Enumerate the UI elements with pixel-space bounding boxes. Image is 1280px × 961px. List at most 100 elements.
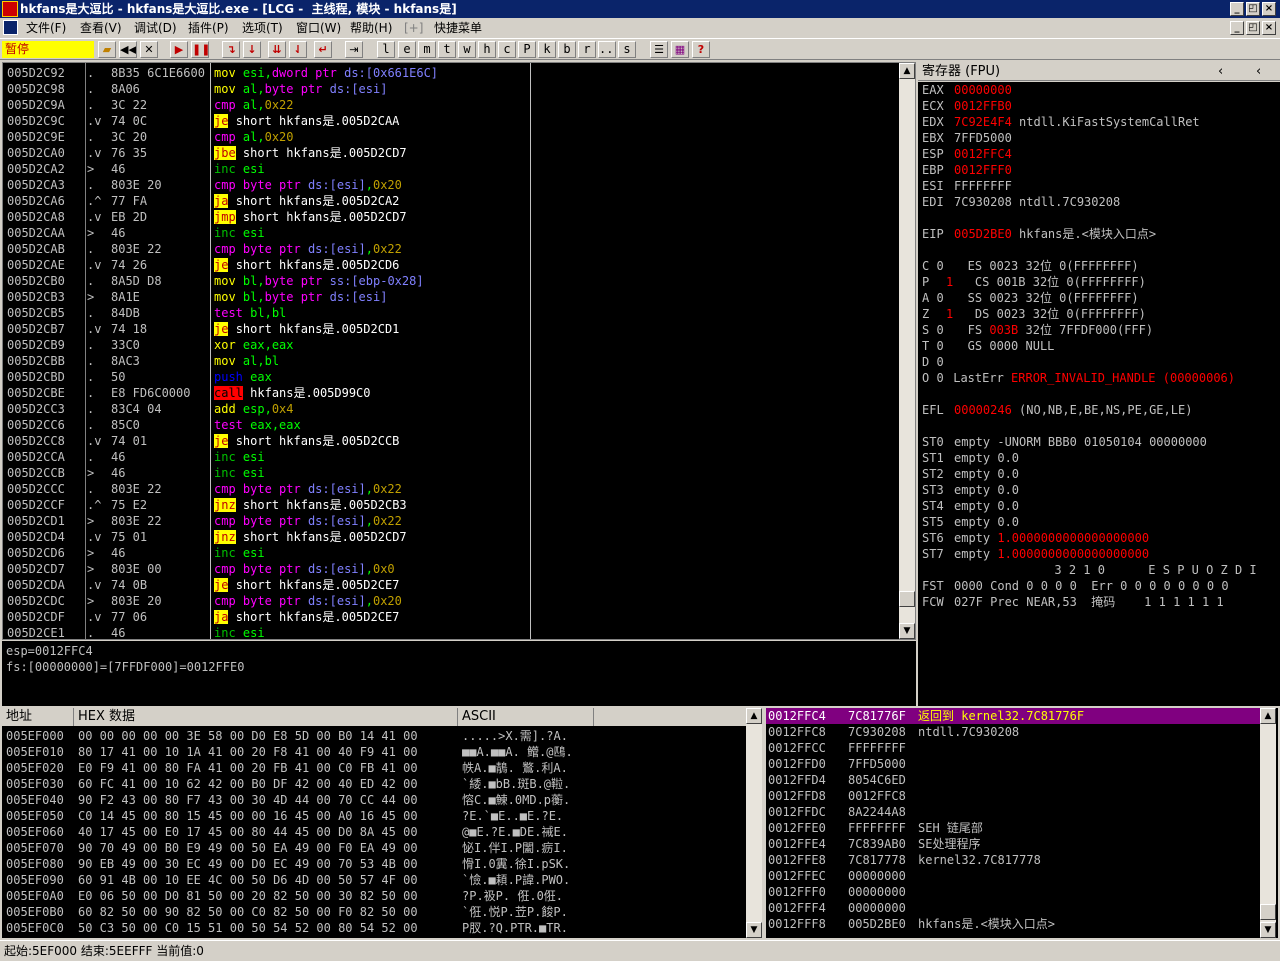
cpu-row-disassembly[interactable]: ja short hkfans是.005D2CA2 xyxy=(214,193,532,209)
cpu-row-address[interactable]: 005D2CB3 xyxy=(7,289,87,305)
dump-row[interactable]: 005EF090 60 91 4B 00 10 EE 4C 00 50 D6 4D… xyxy=(6,872,746,888)
register-row[interactable]: ST5 empty 0.0 xyxy=(922,514,1019,530)
cpu-row-disassembly[interactable]: mov al,bl xyxy=(214,353,532,369)
dump-row[interactable]: 005EF070 90 70 49 00 B0 E9 49 00 50 EA 49… xyxy=(6,840,746,856)
close-process-icon[interactable]: ✕ xyxy=(140,41,158,58)
cpu-row-address[interactable]: 005D2CE1 xyxy=(7,625,87,639)
dump-row[interactable]: 005EF0B0 60 82 50 00 90 82 50 00 C0 82 50… xyxy=(6,904,746,920)
menu-file[interactable]: 文件(F) xyxy=(26,20,66,36)
stack-row[interactable]: 0012FFCC FFFFFFFF xyxy=(766,740,1260,756)
cpu-row-hex[interactable]: 46 xyxy=(111,465,211,481)
stack-row[interactable]: 0012FFF8 005D2BE0 hkfans是.<模块入口点> xyxy=(766,916,1260,932)
cpu-row-address[interactable]: 005D2CA0 xyxy=(7,145,87,161)
handles-button[interactable]: h xyxy=(478,41,496,58)
cpu-row-address[interactable]: 005D2CBE xyxy=(7,385,87,401)
cpu-row-hex[interactable]: 77 FA xyxy=(111,193,211,209)
cpu-row-disassembly[interactable]: inc esi xyxy=(214,465,532,481)
menu-plugins[interactable]: 插件(P) xyxy=(188,20,229,36)
cpu-row-disassembly[interactable]: cmp byte ptr ds:[esi],0x20 xyxy=(214,177,532,193)
cpu-row-hex[interactable]: 8A06 xyxy=(111,81,211,97)
cpu-row-address[interactable]: 005D2CD7 xyxy=(7,561,87,577)
register-value[interactable]: 005D2BE0 xyxy=(954,227,1012,241)
chevron-left-icon[interactable]: ‹ xyxy=(1256,63,1261,81)
cpu-row-disassembly[interactable]: cmp al,0x22 xyxy=(214,97,532,113)
dump-row[interactable]: 005EF080 90 EB 49 00 30 EC 49 00 D0 EC 49… xyxy=(6,856,746,872)
register-row[interactable] xyxy=(922,386,946,402)
cpu-row-hex[interactable]: 74 18 xyxy=(111,321,211,337)
cpu-row-hex[interactable]: 76 35 xyxy=(111,145,211,161)
source-button[interactable]: s xyxy=(618,41,636,58)
register-value[interactable]: 027F xyxy=(954,595,983,609)
cpu-row-disassembly[interactable]: cmp byte ptr ds:[esi],0x0 xyxy=(214,561,532,577)
register-row[interactable]: Z1 DS 0023 32位 0(FFFFFFFF) xyxy=(922,306,1146,322)
menu-plus[interactable]: [+] xyxy=(404,20,423,36)
register-row[interactable]: T 0 GS 0000 NULL xyxy=(922,338,1054,354)
register-row[interactable]: EFL 00000246 (NO,NB,E,BE,NS,PE,GE,LE) xyxy=(922,402,1192,418)
stack-row[interactable]: 0012FFF0 00000000 xyxy=(766,884,1260,900)
cpu-row-address[interactable]: 005D2CAE xyxy=(7,257,87,273)
cpu-row-disassembly[interactable]: test bl,bl xyxy=(214,305,532,321)
list-icon[interactable]: ☰ xyxy=(650,41,668,58)
register-row[interactable]: ST0 empty -UNORM BBB0 01050104 00000000 xyxy=(922,434,1207,450)
cpu-row-address[interactable]: 005D2CB5 xyxy=(7,305,87,321)
cpu-row-address[interactable]: 005D2CA6 xyxy=(7,193,87,209)
stack-row[interactable]: 0012FFD8 0012FFC8 xyxy=(766,788,1260,804)
scroll-thumb[interactable] xyxy=(1260,904,1276,920)
chevron-left-icon[interactable]: ‹ xyxy=(1218,63,1223,81)
cpu-row-disassembly[interactable]: add esp,0x4 xyxy=(214,401,532,417)
cpu-row-disassembly[interactable]: jnz short hkfans是.005D2CB3 xyxy=(214,497,532,513)
cpu-row-hex[interactable]: 3C 20 xyxy=(111,129,211,145)
register-row[interactable] xyxy=(922,418,946,434)
cpu-row-disassembly[interactable]: inc esi xyxy=(214,225,532,241)
cpu-row-disassembly[interactable]: inc esi xyxy=(214,625,532,639)
scroll-down-icon[interactable]: ▼ xyxy=(746,922,762,938)
cpu-row-address[interactable]: 005D2CD1 xyxy=(7,513,87,529)
menu-shortcut[interactable]: 快捷菜单 xyxy=(434,20,482,36)
cpu-row-hex[interactable]: 46 xyxy=(111,225,211,241)
register-row[interactable]: ECX 0012FFB0 xyxy=(922,98,1012,114)
cpu-row-address[interactable]: 005D2CBD xyxy=(7,369,87,385)
trace-into-icon[interactable]: ⇊ xyxy=(268,41,286,58)
cpu-row-disassembly[interactable]: inc esi xyxy=(214,449,532,465)
dump-col-ascii[interactable]: ASCII xyxy=(458,708,594,726)
cpu-row-address[interactable]: 005D2CCF xyxy=(7,497,87,513)
register-row[interactable]: ESI FFFFFFFF xyxy=(922,178,1012,194)
cpu-row-disassembly[interactable]: jbe short hkfans是.005D2CD7 xyxy=(214,145,532,161)
register-row[interactable]: EDX 7C92E4F4 ntdll.KiFastSystemCallRet xyxy=(922,114,1200,130)
cpu-row-disassembly[interactable]: inc esi xyxy=(214,545,532,561)
stack-row[interactable]: 0012FFE4 7C839AB0 SE处理程序 xyxy=(766,836,1260,852)
memory-dump-pane[interactable]: 005EF000 00 00 00 00 00 3E 58 00 D0 E8 5D… xyxy=(2,708,762,938)
cpu-row-hex[interactable]: 46 xyxy=(111,545,211,561)
register-row[interactable]: ST2 empty 0.0 xyxy=(922,466,1019,482)
stack-row[interactable]: 0012FFDC 8A2244A8 xyxy=(766,804,1260,820)
cpu-row-hex[interactable]: 33C0 xyxy=(111,337,211,353)
register-row[interactable]: 3 2 1 0 E S P U O Z D I xyxy=(922,562,1256,578)
register-value[interactable]: 7FFD5000 xyxy=(954,131,1012,145)
cpu-row-address[interactable]: 005D2CB0 xyxy=(7,273,87,289)
cpu-row-address[interactable]: 005D2CD6 xyxy=(7,545,87,561)
mdi-restore-button[interactable]: ◰ xyxy=(1246,21,1260,35)
dump-row[interactable]: 005EF0C0 50 C3 50 00 C0 15 51 00 50 54 52… xyxy=(6,920,746,936)
scroll-thumb[interactable] xyxy=(899,591,915,607)
stack-row[interactable]: 0012FFF4 00000000 xyxy=(766,900,1260,916)
step-over-icon[interactable]: ↓ xyxy=(243,41,261,58)
cpu-row-disassembly[interactable]: je short hkfans是.005D2CD6 xyxy=(214,257,532,273)
cpu-row-hex[interactable]: 803E 20 xyxy=(111,177,211,193)
register-value[interactable]: empty xyxy=(954,515,990,529)
cpu-row-hex[interactable]: 46 xyxy=(111,625,211,639)
cpu-row-disassembly[interactable]: mov bl,byte ptr ss:[ebp-0x28] xyxy=(214,273,532,289)
minimize-button[interactable]: _ xyxy=(1230,2,1244,16)
register-value[interactable]: empty xyxy=(954,451,990,465)
register-value[interactable]: 0012FFC4 xyxy=(954,147,1012,161)
dump-row[interactable]: 005EF050 C0 14 45 00 80 15 45 00 00 16 45… xyxy=(6,808,746,824)
register-row[interactable]: O 0 LastErr ERROR_INVALID_HANDLE (000000… xyxy=(922,370,1235,386)
register-row[interactable]: FCW 027F Prec NEAR,53 掩码 1 1 1 1 1 1 xyxy=(922,594,1224,610)
references-button[interactable]: r xyxy=(578,41,596,58)
stack-row[interactable]: 0012FFE0 FFFFFFFF SEH 链尾部 xyxy=(766,820,1260,836)
cpu-row-hex[interactable]: 46 xyxy=(111,161,211,177)
menu-options[interactable]: 选项(T) xyxy=(242,20,283,36)
cpu-row-disassembly[interactable]: jnz short hkfans是.005D2CD7 xyxy=(214,529,532,545)
cpu-row-disassembly[interactable]: cmp byte ptr ds:[esi],0x22 xyxy=(214,241,532,257)
open-icon[interactable]: ▰ xyxy=(98,41,116,58)
cpu-row-hex[interactable]: 803E 00 xyxy=(111,561,211,577)
